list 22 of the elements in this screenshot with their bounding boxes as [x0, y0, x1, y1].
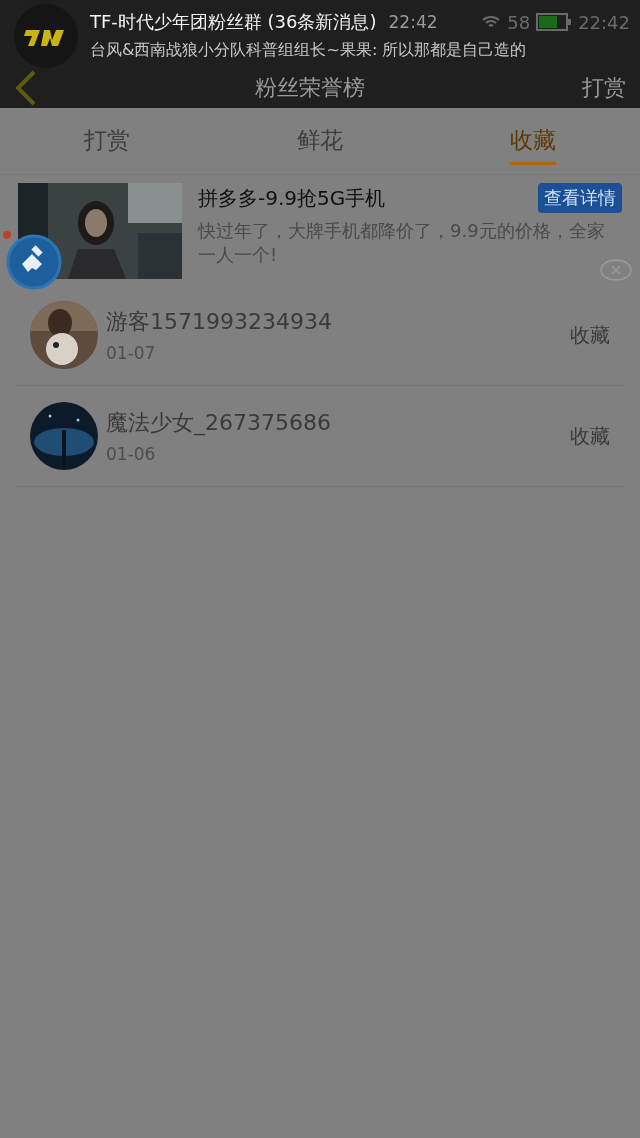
ad-title: 拼多多-9.9抢5G手机	[198, 184, 386, 212]
cleaner-badge-icon[interactable]	[2, 230, 62, 290]
page-title: 粉丝荣誉榜	[254, 74, 366, 102]
battery-level: 58	[507, 11, 531, 33]
wifi-icon	[481, 14, 502, 30]
tab[interactable]: 收藏	[426, 108, 640, 174]
tab[interactable]: 鲜花	[213, 108, 427, 174]
close-icon[interactable]	[600, 259, 632, 281]
action-label: 收藏	[570, 321, 610, 349]
notification-title: TF-时代少年团粉丝群 (36条新消息)	[90, 10, 377, 34]
back-icon[interactable]	[14, 70, 38, 106]
reward-button[interactable]: 打赏	[582, 73, 626, 103]
user-name: 魔法少女_267375686	[106, 409, 332, 438]
tab[interactable]: 打赏	[0, 108, 214, 174]
notification-time: 22:42	[388, 12, 438, 32]
battery-icon	[536, 13, 573, 31]
user-name: 游客1571993234934	[106, 308, 333, 336]
status-time: 22:42	[578, 11, 630, 33]
logo-icon	[14, 4, 78, 68]
action-label: 收藏	[570, 422, 610, 450]
details-button[interactable]: 查看详情	[538, 183, 622, 213]
notification-message: 台风&西南战狼小分队科普组组长~果果: 所以那都是自己造的	[90, 40, 527, 61]
